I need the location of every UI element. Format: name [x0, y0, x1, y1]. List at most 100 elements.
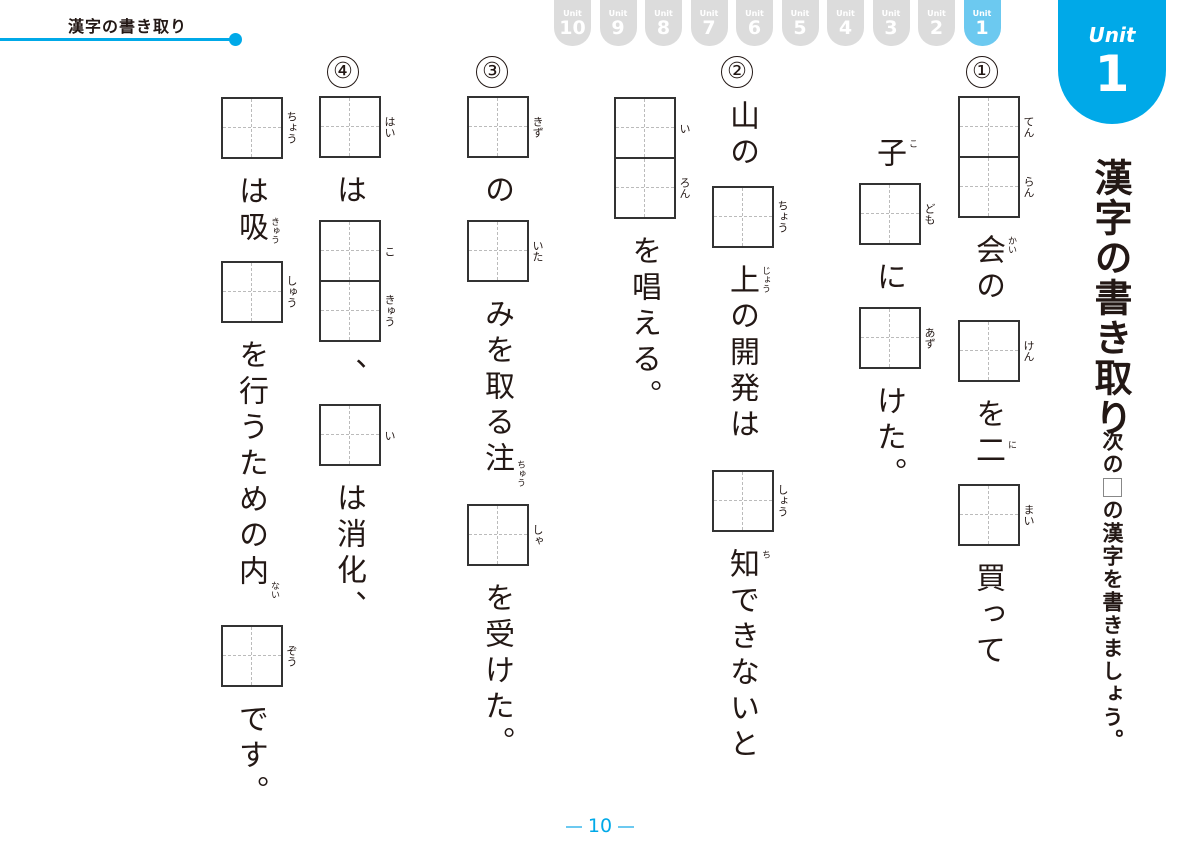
furigana-reading: ども	[923, 203, 936, 225]
answer-cell[interactable]	[321, 406, 379, 464]
unit-badge: Unit 1	[1058, 0, 1166, 124]
answer-box[interactable]	[319, 404, 381, 466]
kanji-furigana: こ	[907, 139, 917, 148]
kanji-furigana: ない	[269, 581, 279, 599]
furigana-reading: ろん	[678, 177, 691, 199]
answer-box[interactable]	[614, 97, 676, 219]
page-title: 漢字の書き取り	[1088, 158, 1132, 438]
furigana-reading: らん	[1022, 176, 1035, 198]
answer-cell[interactable]	[469, 506, 527, 564]
answer-cell[interactable]	[321, 98, 379, 156]
unit-tab-5[interactable]: Unit 5	[781, 0, 819, 46]
answer-cell[interactable]	[861, 185, 919, 243]
answer-box[interactable]	[319, 96, 381, 158]
furigana-reading: ちょう	[285, 111, 298, 144]
unit-tab-9[interactable]: Unit 9	[599, 0, 637, 46]
answer-cell[interactable]	[469, 222, 527, 280]
answer-box[interactable]	[958, 96, 1020, 218]
furigana-reading: しょう	[776, 484, 789, 517]
answer-box[interactable]	[467, 220, 529, 282]
page-number: 10	[0, 815, 1200, 837]
unit-tab-1[interactable]: Unit 1	[963, 0, 1001, 46]
question-text: は吸	[233, 175, 268, 247]
answer-cell[interactable]	[714, 472, 772, 530]
answer-cell[interactable]	[960, 98, 1018, 156]
answer-cell[interactable]	[223, 263, 281, 321]
furigana-reading: けん	[1022, 340, 1035, 362]
furigana-reading: ぞう	[285, 645, 298, 667]
answer-box[interactable]	[712, 470, 774, 532]
unit-tab-4[interactable]: Unit 4	[827, 0, 864, 46]
furigana-reading: きず	[531, 116, 544, 138]
unit-tab-number: 7	[702, 17, 716, 39]
answer-box[interactable]	[958, 320, 1020, 382]
answer-box[interactable]	[958, 484, 1020, 546]
answer-box[interactable]	[319, 220, 381, 342]
question-text: は	[331, 174, 366, 210]
answer-box[interactable]	[221, 625, 283, 687]
header-rule	[0, 38, 236, 41]
answer-cell[interactable]	[960, 322, 1018, 380]
question-text: です。	[233, 703, 268, 811]
question-text: を受けた。	[479, 582, 514, 762]
answer-box[interactable]	[467, 96, 529, 158]
unit-tab-number: 5	[793, 17, 807, 39]
furigana-reading: いた	[531, 240, 544, 262]
instruction: 次のの漢字を書きましょう。	[1099, 430, 1125, 752]
furigana-reading: しゃ	[531, 524, 544, 546]
question-text: 、	[331, 358, 366, 394]
answer-cell[interactable]	[321, 280, 379, 340]
answer-box[interactable]	[859, 307, 921, 369]
unit-tab-number: 6	[747, 17, 762, 39]
question-text: の	[479, 174, 514, 210]
answer-cell[interactable]	[223, 627, 281, 685]
answer-cell[interactable]	[223, 99, 281, 157]
furigana-reading: しゅう	[285, 275, 298, 308]
answer-box[interactable]	[859, 183, 921, 245]
furigana-reading: はい	[383, 116, 396, 138]
question-text: に	[871, 261, 906, 297]
answer-box[interactable]	[712, 186, 774, 248]
answer-box[interactable]	[221, 261, 283, 323]
page-number-value: 10	[587, 815, 613, 837]
section-header-title: 漢字の書き取り	[68, 17, 188, 36]
question-number: ③	[476, 56, 508, 88]
question-text: 買って	[970, 562, 1005, 670]
unit-tab-8[interactable]: Unit 8	[645, 0, 682, 46]
question-number: ④	[327, 56, 359, 88]
furigana-reading: あず	[923, 327, 936, 349]
kanji-furigana: に	[1006, 440, 1016, 449]
answer-box[interactable]	[467, 504, 529, 566]
kanji-furigana: ち	[760, 550, 770, 559]
answer-cell[interactable]	[469, 98, 527, 156]
question-text: 山の	[724, 100, 759, 172]
kanji-furigana: きゅう	[269, 217, 279, 244]
answer-cell[interactable]	[861, 309, 919, 367]
unit-tab-10[interactable]: Unit 10	[554, 0, 591, 46]
kanji-furigana: かい	[1006, 236, 1016, 254]
answer-cell[interactable]	[616, 99, 674, 157]
unit-badge-number: 1	[1094, 45, 1130, 103]
furigana-reading: きゅう	[383, 294, 396, 327]
question-text: 子	[871, 137, 906, 173]
answer-cell[interactable]	[960, 156, 1018, 216]
unit-tab-number: 1	[975, 17, 989, 39]
unit-tab-number: 9	[611, 17, 625, 39]
page-number-dash-left	[565, 825, 582, 828]
unit-tab-6[interactable]: Unit 6	[736, 0, 773, 46]
answer-cell[interactable]	[321, 222, 379, 280]
question-text: を行うための内	[233, 339, 268, 591]
answer-cell[interactable]	[714, 188, 772, 246]
answer-cell[interactable]	[960, 486, 1018, 544]
answer-box[interactable]	[221, 97, 283, 159]
question-text: 上の開発は	[724, 264, 759, 444]
furigana-reading: い	[383, 430, 396, 441]
instruction-text-before: 次の	[1100, 430, 1124, 476]
unit-tab-2[interactable]: Unit 2	[918, 0, 955, 46]
unit-tab-3[interactable]: Unit 3	[872, 0, 910, 46]
answer-cell[interactable]	[616, 157, 674, 217]
kanji-furigana: じょう	[760, 266, 770, 293]
unit-tab-number: 2	[929, 17, 944, 39]
unit-tab-7[interactable]: Unit 7	[690, 0, 728, 46]
question-text: は消化、	[331, 482, 366, 626]
